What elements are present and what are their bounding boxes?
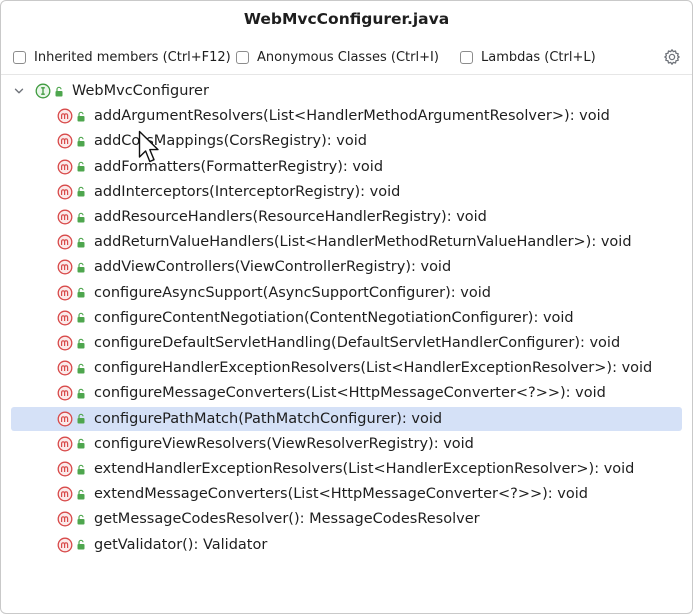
method-icon: [57, 461, 73, 477]
anonymous-classes-checkbox[interactable]: Anonymous Classes (Ctrl+I): [236, 47, 439, 67]
tree-item-method[interactable]: addArgumentResolvers(List<HandlerMethodA…: [57, 104, 610, 128]
public-lock-icon: [77, 514, 85, 525]
method-signature: configureViewResolvers(ViewResolverRegis…: [94, 435, 474, 452]
method-icon: [57, 411, 73, 427]
tree-item-method[interactable]: addResourceHandlers(ResourceHandlerRegis…: [57, 205, 487, 229]
method-signature: addReturnValueHandlers(List<HandlerMetho…: [94, 234, 632, 251]
method-signature: addCorsMappings(CorsRegistry): void: [94, 133, 367, 150]
public-lock-icon: [77, 287, 85, 298]
filter-bar: Inherited members (Ctrl+F12) Anonymous C…: [13, 47, 684, 67]
method-icon: [57, 486, 73, 502]
inherited-members-checkbox[interactable]: Inherited members (Ctrl+F12): [13, 47, 231, 67]
file-structure-popup: WebMvcConfigurer.java Inherited members …: [0, 0, 693, 614]
lambdas-checkbox[interactable]: Lambdas (Ctrl+L): [460, 47, 596, 67]
chevron-down-icon[interactable]: [13, 85, 25, 97]
method-icon: [57, 360, 73, 376]
method-signature: configureAsyncSupport(AsyncSupportConfig…: [94, 284, 491, 301]
method-icon: [57, 234, 73, 250]
tree-item-method[interactable]: configureViewResolvers(ViewResolverRegis…: [57, 432, 474, 456]
method-signature: addInterceptors(InterceptorRegistry): vo…: [94, 183, 401, 200]
method-signature: addResourceHandlers(ResourceHandlerRegis…: [94, 209, 487, 225]
gear-icon[interactable]: [663, 48, 681, 66]
popup-title: WebMvcConfigurer.java: [243, 10, 450, 28]
method-icon: [57, 385, 73, 401]
method-icon: [57, 537, 73, 553]
checkbox-box[interactable]: [13, 50, 26, 64]
tree-item-method[interactable]: extendHandlerExceptionResolvers(List<Han…: [57, 457, 634, 481]
divider: [1, 74, 692, 75]
public-lock-icon: [77, 111, 85, 122]
method-signature: addViewControllers(ViewControllerRegistr…: [94, 259, 452, 276]
tree-item-method[interactable]: addFormatters(FormatterRegistry): void: [57, 155, 383, 179]
checkbox-box[interactable]: [460, 50, 473, 64]
method-signature: getValidator(): Validator: [94, 536, 268, 553]
tree-item-method[interactable]: configureContentNegotiation(ContentNegot…: [57, 306, 574, 330]
inherited-members-label: Inherited members (Ctrl+F12): [34, 49, 231, 65]
method-icon: [57, 285, 73, 301]
public-lock-icon: [77, 489, 85, 500]
method-icon: [57, 511, 73, 527]
method-icon: [57, 335, 73, 351]
method-icon: [57, 436, 73, 452]
method-signature: extendHandlerExceptionResolvers(List<Han…: [94, 461, 635, 477]
public-lock-icon: [77, 388, 85, 399]
public-lock-icon: [77, 313, 85, 323]
method-icon: [57, 108, 73, 124]
root-class-label: WebMvcConfigurer: [72, 83, 209, 99]
method-signature: addFormatters(FormatterRegistry): void: [94, 158, 384, 175]
public-lock-icon: [77, 413, 85, 424]
tree-item-method[interactable]: configureAsyncSupport(AsyncSupportConfig…: [57, 281, 491, 305]
public-lock-icon: [77, 212, 85, 222]
public-lock-icon: [77, 262, 85, 273]
tree-item-method[interactable]: getMessageCodesResolver(): MessageCodesR…: [57, 507, 480, 531]
checkbox-box[interactable]: [236, 50, 249, 64]
public-lock-icon: [77, 338, 85, 348]
method-signature: configureContentNegotiation(ContentNegot…: [94, 309, 574, 326]
method-icon: [57, 184, 73, 200]
tree-item-method[interactable]: getValidator(): Validator: [57, 533, 267, 557]
tree-item-method[interactable]: configureHandlerExceptionResolvers(List<…: [57, 356, 652, 380]
method-icon: [57, 133, 73, 149]
method-signature: configurePathMatch(PathMatchConfigurer):…: [94, 410, 443, 427]
public-lock-icon: [77, 363, 85, 374]
public-lock-icon: [77, 439, 85, 449]
tree-item-method[interactable]: configureMessageConverters(List<HttpMess…: [57, 381, 606, 405]
tree-item-method[interactable]: addInterceptors(InterceptorRegistry): vo…: [57, 180, 400, 204]
tree-item-method[interactable]: configureDefaultServletHandling(DefaultS…: [57, 331, 620, 355]
anonymous-classes-label: Anonymous Classes (Ctrl+I): [257, 49, 439, 65]
public-lock-icon: [77, 539, 85, 550]
method-icon: [57, 209, 73, 225]
interface-icon: [35, 83, 51, 99]
method-signature: configureMessageConverters(List<HttpMess…: [94, 385, 606, 402]
method-signature: addArgumentResolvers(List<HandlerMethodA…: [94, 108, 610, 125]
public-lock-icon: [77, 237, 85, 248]
method-signature: getMessageCodesResolver(): MessageCodesR…: [94, 511, 480, 528]
public-lock-icon: [77, 161, 85, 172]
method-signature: configureHandlerExceptionResolvers(List<…: [94, 360, 653, 377]
tree-root[interactable]: WebMvcConfigurer: [13, 79, 209, 103]
method-icon: [57, 159, 73, 175]
method-signature: configureDefaultServletHandling(DefaultS…: [94, 335, 621, 351]
public-lock-icon: [77, 187, 85, 197]
lambdas-label: Lambdas (Ctrl+L): [481, 49, 596, 65]
tree-item-method-selected[interactable]: configurePathMatch(PathMatchConfigurer):…: [11, 406, 682, 431]
tree-item-method[interactable]: addReturnValueHandlers(List<HandlerMetho…: [57, 230, 632, 254]
method-icon: [57, 259, 73, 275]
public-lock-icon: [77, 464, 85, 474]
method-signature: extendMessageConverters(List<HttpMessage…: [94, 486, 588, 503]
method-icon: [57, 310, 73, 326]
tree-item-method[interactable]: addViewControllers(ViewControllerRegistr…: [57, 255, 451, 279]
tree-item-method[interactable]: extendMessageConverters(List<HttpMessage…: [57, 482, 588, 506]
public-lock-icon: [55, 86, 63, 96]
public-lock-icon: [77, 136, 85, 147]
tree-item-method[interactable]: addCorsMappings(CorsRegistry): void: [57, 129, 367, 153]
